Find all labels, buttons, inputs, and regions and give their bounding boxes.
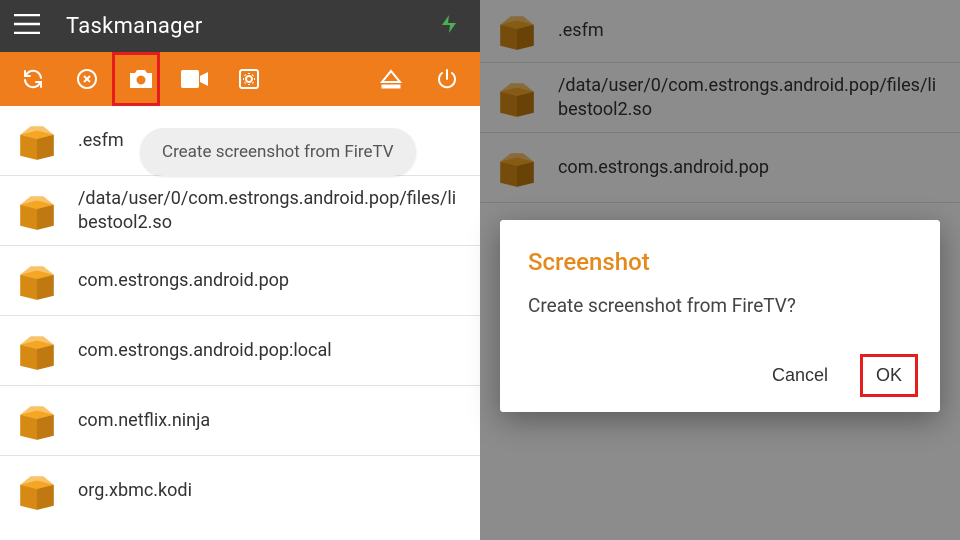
power-icon[interactable]	[424, 56, 470, 102]
list-item-label: com.estrongs.android.pop:local	[78, 339, 332, 362]
video-icon[interactable]	[172, 56, 218, 102]
package-icon	[16, 400, 58, 442]
refresh-icon[interactable]	[10, 56, 56, 102]
list-item[interactable]: com.estrongs.android.pop	[0, 246, 480, 316]
tooltip: Create screenshot from FireTV	[140, 128, 416, 176]
dialog-title: Screenshot	[528, 248, 912, 276]
screenshot-dialog: Screenshot Create screenshot from FireTV…	[500, 220, 940, 412]
list-item-label: org.xbmc.kodi	[78, 479, 192, 502]
list-item-label: /data/user/0/com.estrongs.android.pop/fi…	[78, 187, 464, 234]
camera-icon[interactable]	[118, 56, 164, 102]
settings-box-icon[interactable]	[226, 56, 272, 102]
connection-icon	[436, 11, 462, 41]
close-circle-icon[interactable]	[64, 56, 110, 102]
list-item-label: .esfm	[78, 129, 124, 152]
list-item-label: com.netflix.ninja	[78, 409, 210, 432]
list-item[interactable]: com.estrongs.android.pop:local	[0, 316, 480, 386]
package-icon	[16, 260, 58, 302]
list-item[interactable]: org.xbmc.kodi	[0, 456, 480, 526]
eject-icon[interactable]	[368, 56, 414, 102]
package-icon	[16, 190, 58, 232]
package-icon	[16, 470, 58, 512]
package-icon	[16, 330, 58, 372]
list-item-label: com.estrongs.android.pop	[78, 269, 289, 292]
cancel-button[interactable]: Cancel	[762, 357, 838, 394]
dialog-message: Create screenshot from FireTV?	[528, 294, 912, 317]
menu-icon[interactable]	[14, 14, 40, 38]
list-item[interactable]: com.netflix.ninja	[0, 386, 480, 456]
page-title: Taskmanager	[66, 14, 203, 39]
list-item[interactable]: /data/user/0/com.estrongs.android.pop/fi…	[0, 176, 480, 246]
ok-button[interactable]: OK	[866, 357, 912, 394]
package-icon	[16, 120, 58, 162]
